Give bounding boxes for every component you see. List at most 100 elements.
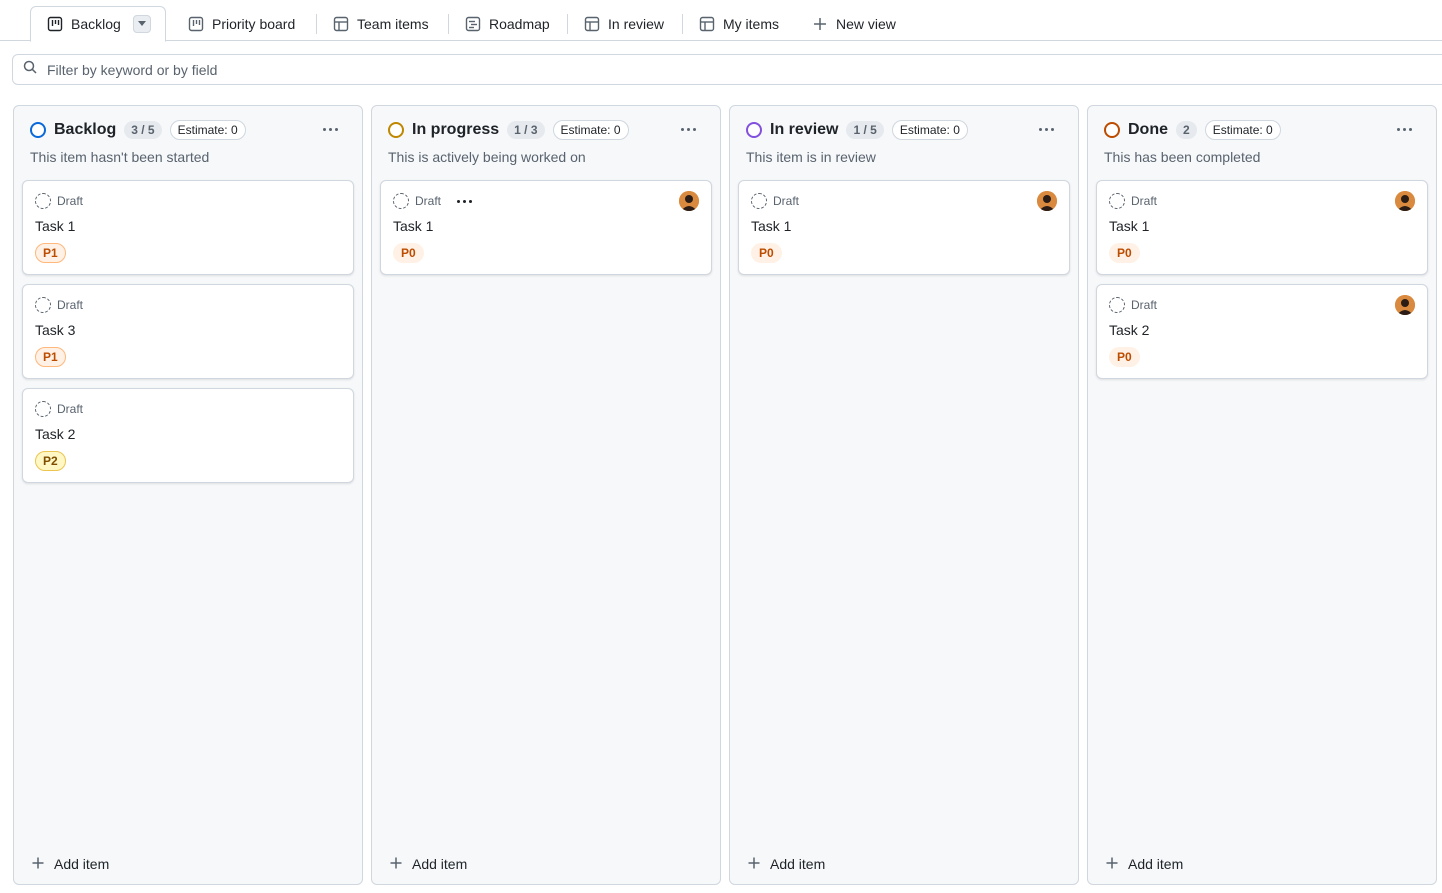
new-view-button[interactable]: New view: [804, 6, 904, 41]
tab-in-review[interactable]: In review: [576, 6, 672, 41]
draft-icon: [393, 193, 409, 209]
column-header: In progress 1 / 3 Estimate: 0: [388, 120, 629, 140]
kebab-horizontal-icon: [1038, 127, 1042, 131]
table-icon: [699, 16, 715, 32]
plus-icon: [390, 856, 402, 872]
avatar[interactable]: [1395, 191, 1415, 211]
card[interactable]: Draft Task 1 P0: [1096, 180, 1428, 275]
plus-icon: [1106, 856, 1118, 872]
add-item-button[interactable]: Add item: [748, 856, 825, 872]
table-icon: [333, 16, 349, 32]
card[interactable]: Draft Task 1 P1: [22, 180, 354, 275]
card-title[interactable]: Task 3: [35, 322, 75, 338]
tab-team-items[interactable]: Team items: [325, 6, 437, 41]
column-title: Done: [1128, 121, 1168, 138]
estimate-badge: Estimate: 0: [169, 120, 246, 140]
table-icon: [584, 16, 600, 32]
filter-input[interactable]: [47, 61, 647, 78]
add-item-button[interactable]: Add item: [32, 856, 109, 872]
item-count-badge: 1 / 5: [846, 121, 884, 139]
add-item-label: Add item: [1128, 856, 1184, 872]
estimate-badge: Estimate: 0: [552, 120, 629, 140]
plus-icon: [748, 856, 760, 872]
draft-icon: [751, 193, 767, 209]
tab-divider: [316, 14, 317, 34]
board-icon: [47, 16, 63, 32]
draft-icon: [1109, 297, 1125, 313]
column-in-review: In review 1 / 5 Estimate: 0 This item is…: [729, 105, 1079, 885]
draft-icon: [35, 193, 51, 209]
add-item-label: Add item: [770, 856, 826, 872]
column-description: This item is in review: [746, 149, 876, 165]
tab-my-items[interactable]: My items: [691, 6, 787, 41]
card-title[interactable]: Task 1: [35, 218, 75, 234]
card-status: Draft: [1131, 298, 1158, 312]
card-title[interactable]: Task 1: [1109, 218, 1149, 234]
column-description: This has been completed: [1104, 149, 1261, 165]
card-title[interactable]: Task 2: [1109, 322, 1149, 338]
item-count-badge: 2: [1176, 121, 1197, 139]
card[interactable]: Draft Task 1 P0: [380, 180, 712, 275]
column-header: In review 1 / 5 Estimate: 0: [746, 120, 968, 140]
card[interactable]: Draft Task 2 P2: [22, 388, 354, 483]
avatar[interactable]: [679, 191, 699, 211]
column-title: In progress: [412, 121, 500, 138]
column-menu-button[interactable]: [316, 120, 344, 138]
card-status: Draft: [57, 402, 84, 416]
column-in-progress: In progress 1 / 3 Estimate: 0 This is ac…: [371, 105, 721, 885]
plus-icon: [812, 16, 828, 32]
column-menu-button[interactable]: [674, 120, 702, 138]
column-header: Backlog 3 / 5 Estimate: 0: [30, 120, 246, 140]
column-header: Done 2 Estimate: 0: [1104, 120, 1281, 140]
card-title[interactable]: Task 1: [751, 218, 791, 234]
card-status: Draft: [1131, 194, 1158, 208]
kebab-horizontal-icon: [457, 199, 461, 203]
priority-label: P2: [35, 451, 66, 471]
priority-label: P1: [35, 243, 66, 263]
avatar[interactable]: [1395, 295, 1415, 315]
priority-label: P0: [393, 243, 424, 263]
tab-label: Team items: [357, 15, 429, 32]
item-count-badge: 1 / 3: [507, 121, 545, 139]
board-icon: [188, 16, 204, 32]
add-item-button[interactable]: Add item: [1106, 856, 1183, 872]
filter-bar: [12, 54, 1442, 85]
card[interactable]: Draft Task 3 P1: [22, 284, 354, 379]
tab-divider: [448, 14, 449, 34]
tab-backlog[interactable]: Backlog: [30, 6, 166, 42]
card[interactable]: Draft Task 1 P0: [738, 180, 1070, 275]
card-status: Draft: [57, 194, 84, 208]
column-menu-button[interactable]: [1032, 120, 1060, 138]
search-icon: [23, 60, 37, 79]
tab-divider: [567, 14, 568, 34]
roadmap-icon: [465, 16, 481, 32]
tab-roadmap[interactable]: Roadmap: [457, 6, 558, 41]
column-title: In review: [770, 121, 839, 138]
avatar[interactable]: [1037, 191, 1057, 211]
card-status: Draft: [57, 298, 84, 312]
add-item-label: Add item: [54, 856, 110, 872]
card[interactable]: Draft Task 2 P0: [1096, 284, 1428, 379]
column-menu-button[interactable]: [1390, 120, 1418, 138]
kebab-horizontal-icon: [1396, 127, 1400, 131]
view-tabs-bar: Backlog Priority board Team items Roadma…: [0, 0, 1442, 42]
priority-label: P0: [1109, 347, 1140, 367]
add-item-button[interactable]: Add item: [390, 856, 467, 872]
item-count-badge: 3 / 5: [124, 121, 162, 139]
draft-icon: [1109, 193, 1125, 209]
estimate-badge: Estimate: 0: [891, 120, 968, 140]
kebab-horizontal-icon: [680, 127, 684, 131]
tab-label: New view: [836, 15, 896, 32]
tab-priority-board[interactable]: Priority board: [180, 6, 303, 41]
tab-label: My items: [723, 15, 779, 32]
tab-label: Backlog: [71, 16, 121, 32]
card-menu-button[interactable]: [457, 199, 473, 203]
draft-icon: [35, 401, 51, 417]
priority-label: P0: [1109, 243, 1140, 263]
tab-label: In review: [608, 15, 665, 32]
chevron-down-icon[interactable]: [132, 15, 151, 33]
card-status: Draft: [415, 194, 442, 208]
column-done: Done 2 Estimate: 0 This has been complet…: [1087, 105, 1437, 885]
card-title[interactable]: Task 1: [393, 218, 433, 234]
card-title[interactable]: Task 2: [35, 426, 75, 442]
